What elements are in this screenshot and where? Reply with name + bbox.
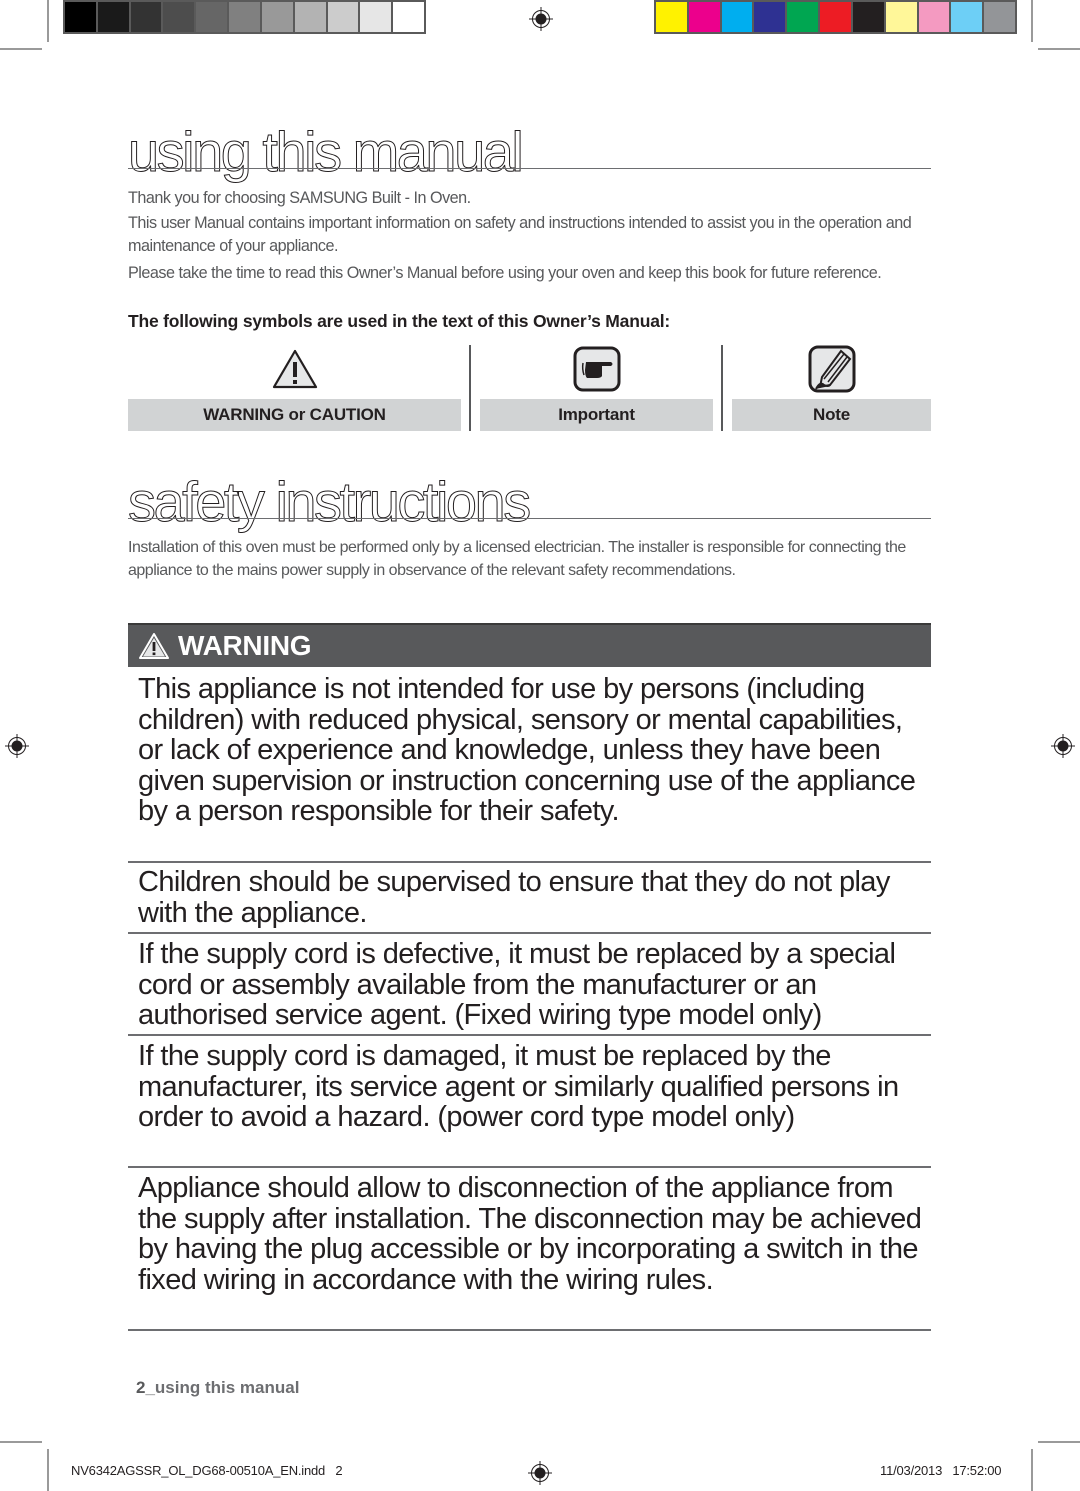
symbol-important: Important	[480, 345, 713, 431]
slug-timestamp: 11/03/2013 17:52:00	[880, 1463, 1002, 1478]
color-swatch	[820, 2, 851, 32]
crop-mark	[0, 1441, 42, 1443]
color-swatch	[984, 2, 1015, 32]
registration-mark-icon	[528, 1461, 552, 1485]
registration-mark-icon	[1051, 734, 1075, 758]
gray-swatch	[229, 2, 260, 32]
item-divider	[128, 1329, 931, 1331]
pencil-note-icon	[808, 345, 855, 393]
item-divider	[128, 861, 931, 863]
pointing-hand-icon	[573, 346, 620, 392]
warning-item: Children should be supervised to ensure …	[138, 866, 890, 929]
symbols-intro: The following symbols are used in the te…	[128, 311, 671, 331]
symbol-divider	[721, 345, 723, 431]
color-swatch	[754, 2, 786, 32]
item-divider	[128, 1166, 931, 1168]
symbol-warning-caution: WARNING or CAUTION	[128, 345, 461, 431]
color-swatch	[721, 2, 753, 32]
gray-swatch	[130, 2, 162, 32]
crop-mark	[0, 48, 42, 50]
symbol-label: WARNING or CAUTION	[128, 399, 461, 431]
paragraph-thank-you: Thank you for choosing SAMSUNG Built - I…	[128, 189, 471, 207]
color-swatch	[918, 2, 950, 32]
warning-banner: WARNING	[128, 623, 931, 667]
process-color-bar	[654, 0, 1017, 34]
symbol-note: Note	[732, 345, 931, 431]
warning-item: If the supply cord is damaged, it must b…	[138, 1040, 899, 1133]
crop-mark	[1038, 48, 1080, 50]
section-title-safety: safety instructions	[128, 473, 532, 530]
paragraph-manual-contents: This user Manual contains important info…	[128, 214, 912, 255]
section-title-using-manual: using this manual	[127, 123, 524, 180]
crop-mark	[1031, 0, 1033, 42]
color-swatch	[951, 2, 983, 32]
color-swatch	[656, 2, 687, 32]
registration-mark-icon	[5, 734, 29, 758]
symbol-label: Note	[732, 399, 931, 431]
warning-item: Appliance should allow to disconnection …	[138, 1172, 922, 1296]
warning-triangle-icon	[139, 633, 169, 659]
crop-mark	[47, 1449, 49, 1491]
page-footer: 2_using this manual	[136, 1378, 299, 1398]
gray-swatch	[97, 2, 129, 32]
gray-swatch	[360, 2, 392, 32]
item-divider	[128, 932, 931, 934]
color-swatch	[852, 2, 884, 32]
crop-mark	[47, 0, 49, 42]
crop-mark	[1038, 1441, 1080, 1443]
gray-swatch	[261, 2, 293, 32]
gray-swatch	[196, 2, 228, 32]
color-swatch	[885, 2, 917, 32]
symbol-divider	[469, 345, 471, 431]
grayscale-color-bar	[63, 0, 426, 34]
section-title-text: using this manual	[127, 120, 524, 183]
symbol-label: Important	[480, 399, 713, 431]
gray-swatch	[393, 2, 424, 32]
warning-item: If the supply cord is defective, it must…	[138, 938, 896, 1031]
paragraph-installation: Installation of this oven must be perfor…	[128, 539, 906, 579]
section-title-rule	[128, 518, 931, 519]
page-section-label: _using this manual	[145, 1378, 300, 1397]
slug-file-name: NV6342AGSSR_OL_DG68-00510A_EN.indd 2	[71, 1463, 343, 1478]
gray-swatch	[327, 2, 359, 32]
gray-swatch	[294, 2, 326, 32]
color-swatch	[787, 2, 819, 32]
color-swatch	[688, 2, 720, 32]
section-title-rule	[128, 168, 931, 169]
registration-mark-icon	[529, 7, 553, 31]
item-divider	[128, 1034, 931, 1036]
section-title-text: safety instructions	[128, 470, 532, 533]
warning-label: WARNING	[178, 630, 312, 661]
warning-triangle-icon	[272, 349, 317, 389]
crop-mark	[1031, 1449, 1033, 1491]
gray-swatch	[163, 2, 195, 32]
paragraph-please-read: Please take the time to read this Owner’…	[128, 264, 882, 282]
gray-swatch	[65, 2, 96, 32]
warning-item: This appliance is not intended for use b…	[138, 673, 916, 827]
